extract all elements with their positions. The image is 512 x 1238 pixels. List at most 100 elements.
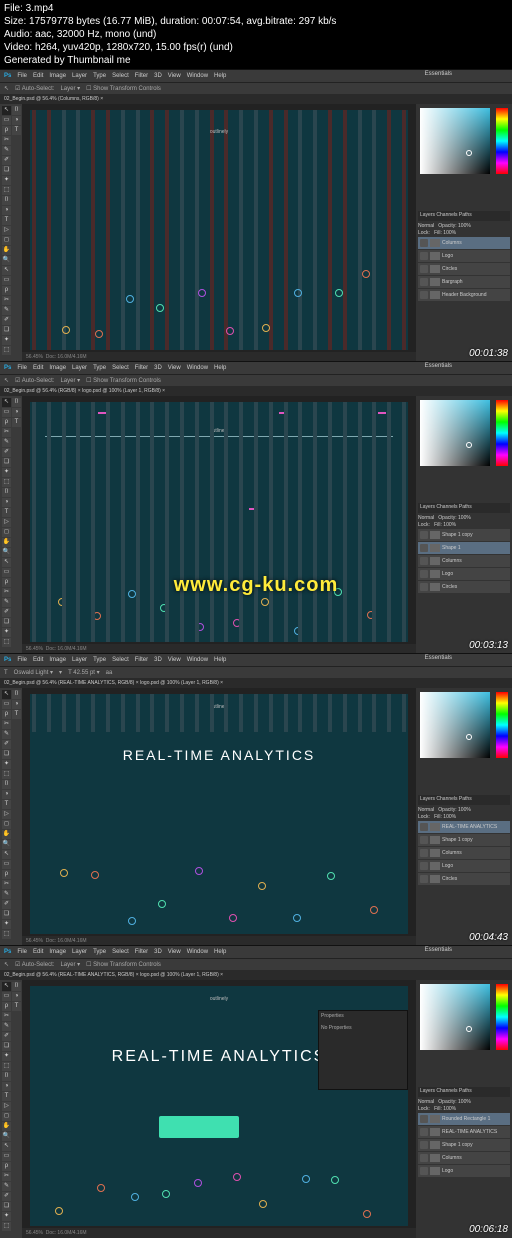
menu-item[interactable]: File [17,657,27,663]
tool-button[interactable]: ✎ [2,438,11,447]
doc-tab[interactable]: logo.psd @ 100% (Layer 1, RGB/8) × [140,972,223,978]
menu-item[interactable]: View [168,365,181,371]
layer-row[interactable]: Shape 1 [418,542,510,554]
hue-strip[interactable] [496,692,508,758]
layer-row[interactable]: Logo [418,860,510,872]
tool-button[interactable]: ⬚ [2,186,11,195]
menu-item[interactable]: Filter [135,657,148,663]
tool-button[interactable]: ✦ [2,1212,11,1221]
tool-button[interactable]: ◑ [2,498,11,507]
layer-row[interactable]: Shape 1 copy [418,529,510,541]
tool-button[interactable]: ❏ [2,1202,11,1211]
tool-button[interactable]: ◑ [12,408,21,417]
layer-row[interactable]: Header Background [418,289,510,301]
tool-button[interactable]: ⬚ [2,770,11,779]
tool-button[interactable]: ✐ [2,1032,11,1041]
canvas[interactable]: outlinely REAL-TIME ANALYTICS 56.45% Doc… [22,688,416,946]
heading-text[interactable]: REAL-TIME ANALYTICS [30,747,408,763]
menu-item[interactable]: Filter [135,949,148,955]
menu-item[interactable]: View [168,657,181,663]
color-picker[interactable] [420,692,490,758]
doc-tab[interactable]: 02_Begin.psd @ 56.4% (RGB/8) × [4,388,81,394]
blend-mode[interactable]: Normal Opacity: 100% [418,515,510,521]
tool-button[interactable]: ▷ [2,518,11,527]
tool-button[interactable]: ↖ [2,982,11,991]
tool-button[interactable]: ◑ [12,700,21,709]
layers-tab[interactable]: Layers Channels Paths [418,1087,510,1097]
tool-button[interactable]: ρ [2,418,11,427]
tool-button[interactable]: ⬚ [2,638,11,647]
tool-button[interactable]: T [12,710,21,719]
blend-mode[interactable]: Normal Opacity: 100% [418,807,510,813]
tool-button[interactable]: ✐ [2,156,11,165]
zoom-level[interactable]: 56.45% [26,354,43,360]
tool-button[interactable]: ↖ [2,398,11,407]
tool-button[interactable]: ▭ [2,408,11,417]
tool-button[interactable]: ↖ [2,266,11,275]
tool-button[interactable]: ▭ [2,276,11,285]
tool-button[interactable]: ✋ [2,1122,11,1131]
tool-button[interactable]: ▷ [2,810,11,819]
font-size[interactable]: T 42.55 pt ▾ [68,669,100,676]
menu-item[interactable]: 3D [154,365,162,371]
tool-button[interactable]: ◻ [2,236,11,245]
color-picker[interactable] [420,108,490,174]
layer-row[interactable]: Columns [418,847,510,859]
tool-button[interactable]: ✎ [2,306,11,315]
eye-icon[interactable] [420,875,428,883]
menu-item[interactable]: File [17,365,27,371]
auto-select-check[interactable]: ☑ Auto-Select: [15,961,54,968]
layer-row[interactable]: REAL-TIME ANALYTICS [418,1126,510,1138]
eye-icon[interactable] [420,836,428,844]
tool-button[interactable]: ❏ [2,618,11,627]
menu-item[interactable]: Image [49,365,66,371]
eye-icon[interactable] [420,1167,428,1175]
tool-button[interactable]: ✂ [2,880,11,889]
menu-item[interactable]: Help [214,73,226,79]
tool-button[interactable]: ⬚ [2,930,11,939]
menu-item[interactable]: Edit [33,73,43,79]
menu-item[interactable]: 3D [154,657,162,663]
tool-button[interactable]: ◑ [12,992,21,1001]
layers-tab[interactable]: Layers Channels Paths [418,795,510,805]
tool-button[interactable]: ▭ [2,992,11,1001]
menu-item[interactable]: File [17,73,27,79]
layer-row[interactable]: Shape 1 copy [418,1139,510,1151]
tool-button[interactable]: ↖ [2,106,11,115]
eye-icon[interactable] [420,265,428,273]
tool-button[interactable]: ✦ [2,920,11,929]
eye-icon[interactable] [420,862,428,870]
cta-button[interactable] [159,1116,239,1138]
tool-button[interactable]: ❏ [2,750,11,759]
menu-item[interactable]: Edit [33,365,43,371]
blend-mode[interactable]: Normal Opacity: 100% [418,223,510,229]
doc-tab[interactable]: 02_Begin.psd @ 56.4% (REAL-TIME ANALYTIC… [4,680,139,686]
tool-button[interactable]: ✂ [2,296,11,305]
tool-button[interactable]: ❏ [2,1042,11,1051]
tool-button[interactable]: ◻ [2,528,11,537]
menu-item[interactable]: View [168,949,181,955]
tool-button[interactable]: ρ [2,870,11,879]
eye-icon[interactable] [420,1128,428,1136]
font-style[interactable]: ▾ [59,669,62,676]
show-transform-check[interactable]: ☐ Show Transform Controls [86,961,161,968]
tool-button[interactable]: ⌷ [2,488,11,497]
menu-item[interactable]: Type [93,73,106,79]
tool-button[interactable]: ρ [2,126,11,135]
tool-button[interactable]: ◑ [2,790,11,799]
layer-row[interactable]: Columns [418,555,510,567]
tool-button[interactable]: ✂ [2,428,11,437]
menu-item[interactable]: Edit [33,949,43,955]
workspace-switcher[interactable]: Essentials [425,947,452,953]
doc-tab[interactable]: 02_Begin.psd @ 56.4% (Columns, RGB/8) × [4,96,103,102]
tool-button[interactable]: ⌷ [12,982,21,991]
tool-button[interactable]: ◻ [2,820,11,829]
hue-strip[interactable] [496,400,508,466]
tool-button[interactable]: ✐ [2,900,11,909]
tool-button[interactable]: ↖ [2,558,11,567]
tool-button[interactable]: T [2,1092,11,1101]
menu-item[interactable]: Image [49,73,66,79]
zoom-level[interactable]: 56.45% [26,646,43,652]
menu-item[interactable]: Type [93,949,106,955]
tool-button[interactable]: ρ [2,1002,11,1011]
